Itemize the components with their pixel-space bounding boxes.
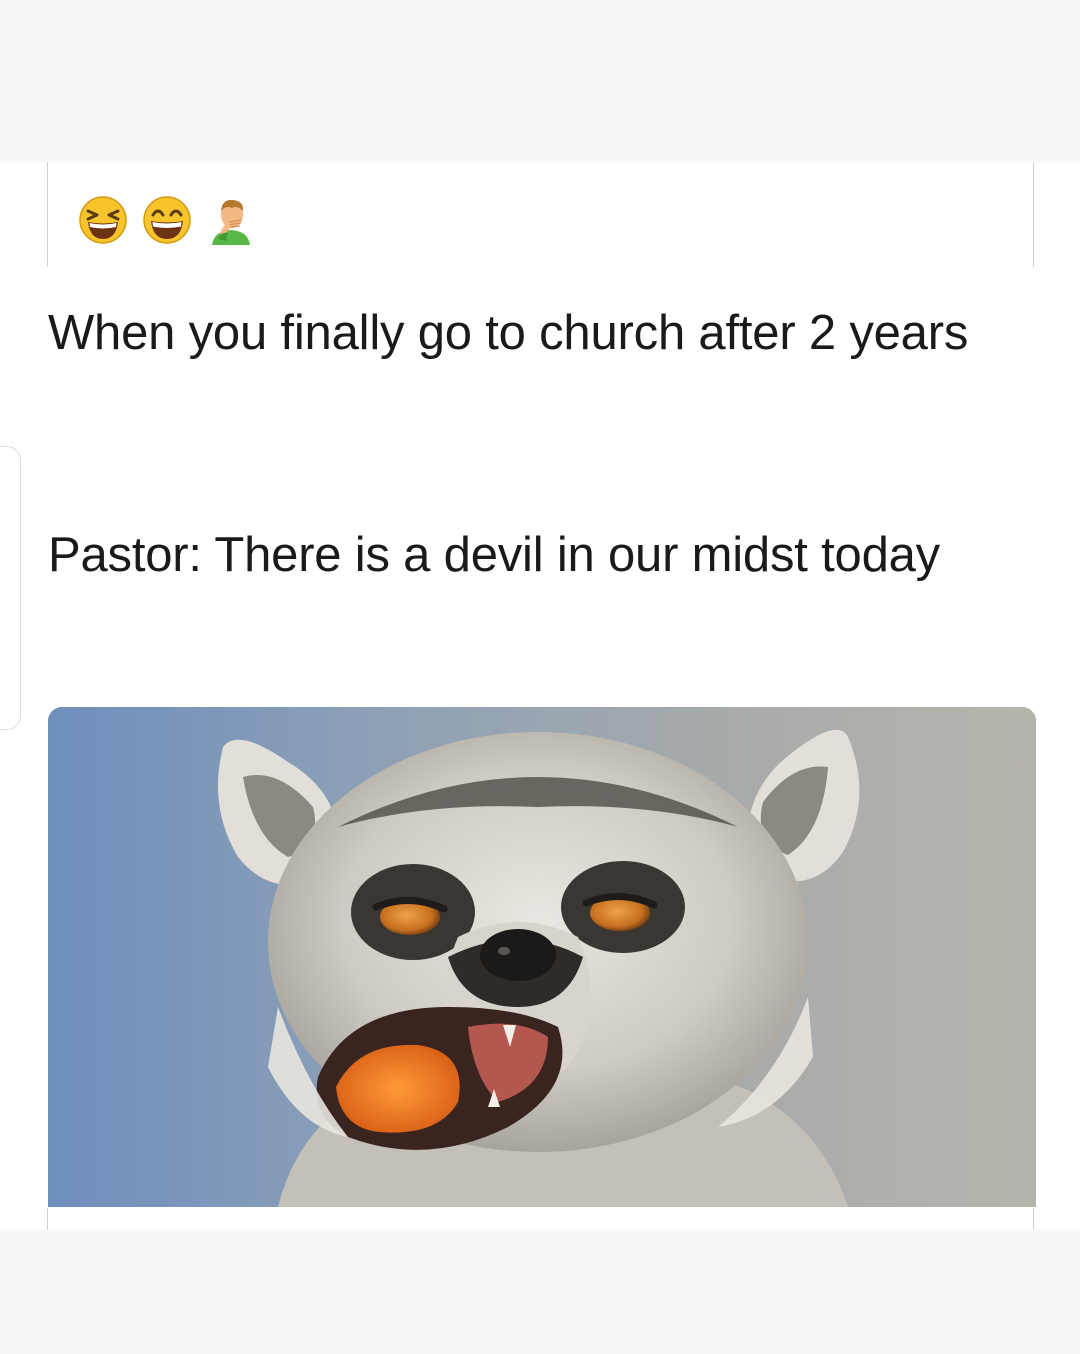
card-right-border-top xyxy=(1033,162,1034,267)
caption-setup-text: When you finally go to church after 2 ye… xyxy=(48,306,969,360)
emoji-row xyxy=(78,192,256,248)
grinning-face-with-smiling-eyes-icon xyxy=(143,196,191,244)
card-right-border-bottom xyxy=(1033,1208,1034,1230)
lemur-photo xyxy=(48,707,1036,1207)
card-left-border-top xyxy=(47,162,48,267)
post-card: When you finally go to church after 2 ye… xyxy=(0,162,1080,1230)
grinning-squinting-face-icon xyxy=(79,196,127,244)
caption-punchline-text: Pastor: There is a devil in our midst to… xyxy=(48,528,940,582)
lemur-illustration xyxy=(48,707,1036,1207)
man-facepalming-icon xyxy=(212,199,250,245)
card-left-border-bottom xyxy=(47,1208,48,1230)
side-drawer-tab[interactable] xyxy=(0,446,21,730)
